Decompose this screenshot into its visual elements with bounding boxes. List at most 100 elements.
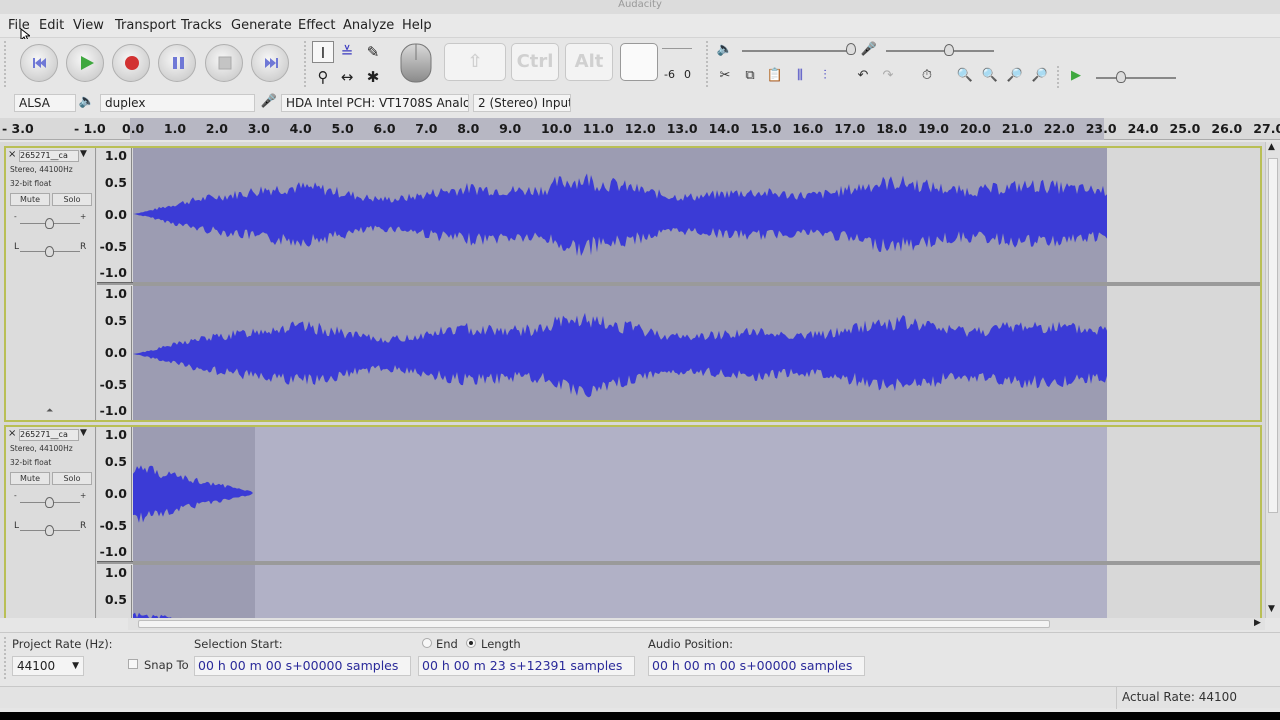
menu-edit[interactable]: Edit xyxy=(39,18,64,33)
play-speed-slider[interactable] xyxy=(1096,77,1176,79)
asterisk-icon: ✱ xyxy=(366,68,380,86)
undo-button[interactable]: ↶ xyxy=(852,65,874,87)
ruler-tick-label: 15.0 xyxy=(750,121,782,136)
pan-slider-thumb[interactable] xyxy=(45,246,54,257)
scroll-up-icon[interactable]: ▲ xyxy=(1268,142,1275,152)
fit-selection-button[interactable]: 🔎 xyxy=(1004,65,1026,87)
menu-view[interactable]: View xyxy=(73,18,104,33)
scroll-down-icon[interactable]: ▼ xyxy=(1268,604,1275,614)
pan-slider-thumb[interactable] xyxy=(45,525,54,536)
gain-slider-thumb[interactable] xyxy=(45,218,54,229)
close-track-icon[interactable]: × xyxy=(8,149,16,160)
vertical-scroll-thumb[interactable] xyxy=(1268,158,1278,513)
time-shift-tool[interactable]: ↔ xyxy=(336,66,358,88)
end-radio[interactable] xyxy=(422,638,432,648)
scale-label: 0.0 xyxy=(104,345,127,360)
audio-host-select[interactable]: ALSA xyxy=(14,94,76,112)
vertical-scrollbar[interactable]: ▲ ▼ xyxy=(1265,142,1280,618)
pan-left-label: L xyxy=(14,521,20,531)
sync-lock-button[interactable]: ⏱ xyxy=(916,65,938,87)
track-name-menu[interactable]: 265271__ca xyxy=(19,150,79,162)
ruler-tick-label: 23.0 xyxy=(1085,121,1117,136)
project-rate-select[interactable]: 44100 ▼ xyxy=(12,656,84,676)
selection-tool[interactable]: I xyxy=(312,41,334,63)
zoom-in-button[interactable]: 🔍 xyxy=(954,65,976,87)
draw-tool[interactable]: ✎ xyxy=(362,41,384,63)
selection-start-field[interactable]: 00 h 00 m 00 s+00000 samples xyxy=(194,656,411,676)
mute-button[interactable]: Mute xyxy=(10,472,50,485)
menu-generate[interactable]: Generate xyxy=(231,18,292,33)
playback-volume-thumb[interactable] xyxy=(846,43,856,55)
trim-button[interactable]: ⫼ xyxy=(789,65,811,87)
input-channels-select[interactable]: 2 (Stereo) Input xyxy=(473,94,571,112)
input-device-select[interactable]: HDA Intel PCH: VT1708S Analog xyxy=(281,94,469,112)
recording-volume-thumb[interactable] xyxy=(944,44,954,56)
play-speed-thumb[interactable] xyxy=(1116,71,1126,83)
scroll-right-icon[interactable]: ▶ xyxy=(1254,618,1261,628)
solo-button[interactable]: Solo xyxy=(52,472,92,485)
menu-transport[interactable]: Transport xyxy=(115,18,176,33)
scale-label: 0.0 xyxy=(104,207,127,222)
multi-tool[interactable]: ✱ xyxy=(362,66,384,88)
menu-analyze[interactable]: Analyze xyxy=(343,18,394,33)
record-button[interactable] xyxy=(112,44,150,82)
audio-track-1[interactable]: × 265271__ca ▼ Stereo, 44100Hz 32-bit fl… xyxy=(4,146,1262,422)
menu-tracks[interactable]: Tracks xyxy=(181,18,222,33)
zoom-out-icon: 🔍 xyxy=(981,68,999,83)
skip-to-end-button[interactable] xyxy=(251,44,289,82)
status-divider xyxy=(1116,687,1117,709)
play-at-speed-button[interactable]: ▶ xyxy=(1065,65,1087,87)
ruler-tick-label: 22.0 xyxy=(1043,121,1075,136)
skip-to-start-button[interactable] xyxy=(20,44,58,82)
zoom-tool[interactable]: ⚲ xyxy=(312,66,334,88)
mute-button[interactable]: Mute xyxy=(10,193,50,206)
track-1-waveform[interactable] xyxy=(133,148,1260,420)
selection-length-field[interactable]: 00 h 00 m 23 s+12391 samples xyxy=(418,656,635,676)
track-2-waveform[interactable] xyxy=(133,427,1260,618)
paste-button[interactable]: 📋 xyxy=(764,65,786,87)
silence-button[interactable]: ⫶ xyxy=(814,65,836,87)
collapse-track-icon[interactable]: ⏶ xyxy=(46,406,53,416)
gain-minus-label: - xyxy=(14,491,17,500)
playback-volume-slider[interactable] xyxy=(742,50,852,52)
pause-button[interactable] xyxy=(158,44,196,82)
track-format: Stereo, 44100Hz xyxy=(10,444,73,453)
gain-slider-thumb[interactable] xyxy=(45,497,54,508)
timeline-ruler[interactable]: - 3.0 - 1.0 0.0 1.0 2.0 3.0 4.0 5.0 6.0 7.0 8.0 9.0… xyxy=(0,118,1280,140)
zoom-out-button[interactable]: 🔍 xyxy=(979,65,1001,87)
menu-help[interactable]: Help xyxy=(402,18,432,33)
stop-button[interactable] xyxy=(205,44,243,82)
track-name-menu[interactable]: 265271__ca xyxy=(19,429,79,441)
snap-to-checkbox[interactable] xyxy=(128,659,138,669)
menu-effect[interactable]: Effect xyxy=(298,18,335,33)
amplitude-ruler-left: 1.0 0.5 0.0 -0.5 -1.0 xyxy=(97,148,132,282)
track-control-panel: × 265271__ca ▼ Stereo, 44100Hz 32-bit fl… xyxy=(6,148,96,420)
cut-button[interactable]: ✂ xyxy=(714,65,736,87)
fit-project-button[interactable]: 🔎 xyxy=(1029,65,1051,87)
project-rate-label: Project Rate (Hz): xyxy=(12,637,113,651)
length-radio[interactable] xyxy=(466,638,476,648)
chevron-down-icon[interactable]: ▼ xyxy=(80,428,87,438)
ruler-tick-label: 11.0 xyxy=(582,121,614,136)
scale-label: 0.5 xyxy=(104,175,127,190)
chevron-down-icon[interactable]: ▼ xyxy=(80,149,87,159)
recording-volume-slider[interactable] xyxy=(886,50,994,52)
record-icon xyxy=(125,56,139,70)
output-device-select[interactable]: duplex xyxy=(100,94,255,112)
horizontal-scroll-thumb[interactable] xyxy=(138,620,1050,628)
close-track-icon[interactable]: × xyxy=(8,428,16,439)
horizontal-scrollbar[interactable]: ▶ xyxy=(128,618,1265,630)
copy-button[interactable]: ⧉ xyxy=(739,65,761,87)
ruler-tick-label: 21.0 xyxy=(1001,121,1033,136)
redo-button[interactable]: ↷ xyxy=(877,65,899,87)
paste-icon: 📋 xyxy=(766,68,784,83)
audio-track-2[interactable]: × 265271__ca ▼ Stereo, 44100Hz 32-bit fl… xyxy=(4,425,1262,618)
ruler-tick-label: 17.0 xyxy=(834,121,866,136)
audio-position-field[interactable]: 00 h 00 m 00 s+00000 samples xyxy=(648,656,865,676)
solo-button[interactable]: Solo xyxy=(52,193,92,206)
pan-left-label: L xyxy=(14,242,20,252)
play-button[interactable] xyxy=(66,44,104,82)
copy-icon: ⧉ xyxy=(745,68,755,83)
envelope-tool[interactable]: ≚ xyxy=(336,41,358,63)
alt-key-indicator: Alt xyxy=(565,43,613,81)
